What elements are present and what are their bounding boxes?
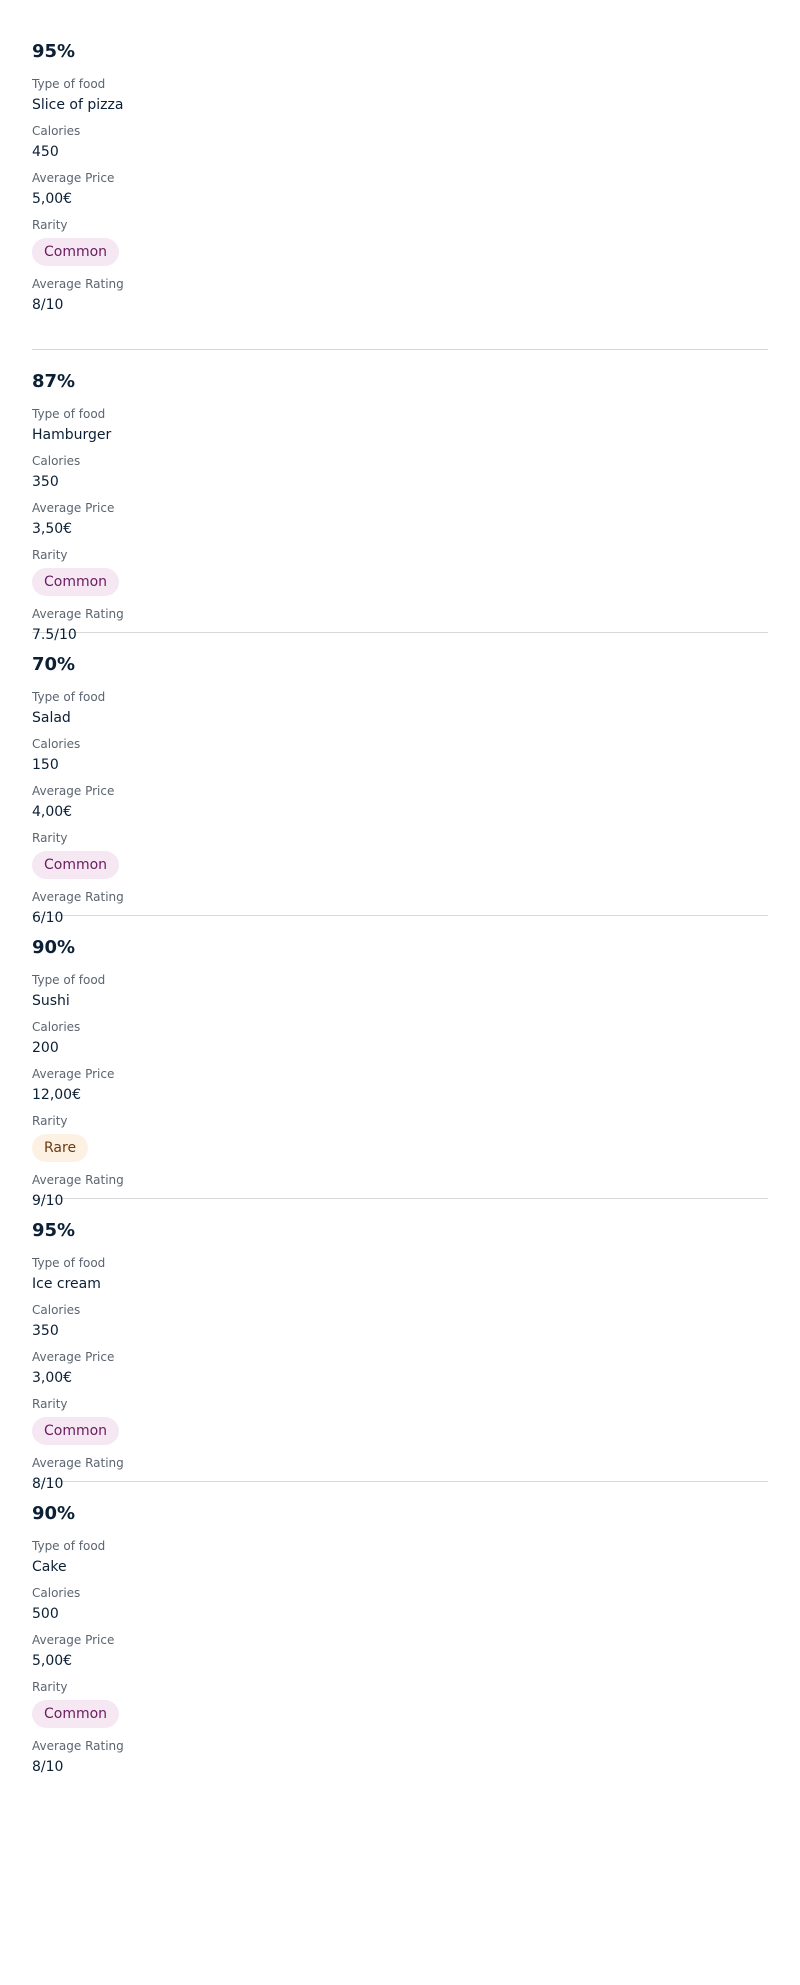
rarity-label: Rarity <box>32 548 68 562</box>
rarity-badge: Common <box>32 1700 120 1728</box>
food-card: 90% Type of food Cake Calories 500 Avera… <box>32 1482 768 1775</box>
food-card: 90% Type of food Sushi Calories 200 Aver… <box>32 916 768 1209</box>
type-label: Type of food <box>32 407 106 421</box>
price-label: Average Price <box>32 501 115 515</box>
rating-label: Average Rating <box>32 607 124 621</box>
food-card: 95% Type of food Slice of pizza Calories… <box>32 40 768 350</box>
rarity-badge: Common <box>32 568 120 596</box>
rarity-badge: Rare <box>32 1134 89 1162</box>
rating-value: 8/10 <box>32 1759 64 1775</box>
price-value: 5,00€ <box>32 1653 73 1669</box>
calories-value: 200 <box>32 1040 59 1056</box>
match-percentage: 90% <box>32 937 76 958</box>
rarity-badge: Common <box>32 851 120 879</box>
rarity-label: Rarity <box>32 1114 68 1128</box>
match-percentage: 87% <box>32 371 76 392</box>
food-card: 70% Type of food Salad Calories 150 Aver… <box>32 633 768 926</box>
calories-label: Calories <box>32 124 81 138</box>
price-label: Average Price <box>32 784 115 798</box>
price-value: 12,00€ <box>32 1087 81 1103</box>
price-value: 3,00€ <box>32 1370 73 1386</box>
price-value: 5,00€ <box>32 191 73 207</box>
rarity-label: Rarity <box>32 218 68 232</box>
rarity-label: Rarity <box>32 1397 68 1411</box>
type-value: Sushi <box>32 993 70 1009</box>
calories-value: 500 <box>32 1606 59 1622</box>
calories-value: 350 <box>32 474 59 490</box>
price-label: Average Price <box>32 1633 115 1647</box>
rarity-label: Rarity <box>32 1680 68 1694</box>
calories-label: Calories <box>32 454 81 468</box>
calories-label: Calories <box>32 1020 81 1034</box>
type-value: Hamburger <box>32 427 112 443</box>
rating-label: Average Rating <box>32 890 124 904</box>
rarity-label: Rarity <box>32 831 68 845</box>
rating-label: Average Rating <box>32 1456 124 1470</box>
match-percentage: 95% <box>32 41 76 62</box>
rating-label: Average Rating <box>32 1739 124 1753</box>
match-percentage: 70% <box>32 654 76 675</box>
calories-label: Calories <box>32 1303 81 1317</box>
calories-value: 150 <box>32 757 59 773</box>
price-label: Average Price <box>32 1350 115 1364</box>
food-card: 87% Type of food Hamburger Calories 350 … <box>32 350 768 643</box>
type-value: Salad <box>32 710 71 726</box>
type-label: Type of food <box>32 77 106 91</box>
type-label: Type of food <box>32 973 106 987</box>
type-value: Cake <box>32 1559 67 1575</box>
rarity-badge: Common <box>32 1417 120 1445</box>
calories-value: 450 <box>32 144 59 160</box>
rating-label: Average Rating <box>32 277 124 291</box>
calories-label: Calories <box>32 737 81 751</box>
type-value: Ice cream <box>32 1276 101 1292</box>
price-label: Average Price <box>32 1067 115 1081</box>
price-label: Average Price <box>32 171 115 185</box>
match-percentage: 90% <box>32 1503 76 1524</box>
match-percentage: 95% <box>32 1220 76 1241</box>
price-value: 4,00€ <box>32 804 73 820</box>
food-list: 95% Type of food Slice of pizza Calories… <box>0 0 800 1775</box>
type-label: Type of food <box>32 690 106 704</box>
calories-label: Calories <box>32 1586 81 1600</box>
rating-value: 8/10 <box>32 297 64 313</box>
price-value: 3,50€ <box>32 521 73 537</box>
type-label: Type of food <box>32 1256 106 1270</box>
rarity-badge: Common <box>32 238 120 266</box>
rating-label: Average Rating <box>32 1173 124 1187</box>
type-label: Type of food <box>32 1539 106 1553</box>
type-value: Slice of pizza <box>32 97 124 113</box>
calories-value: 350 <box>32 1323 59 1339</box>
food-card: 95% Type of food Ice cream Calories 350 … <box>32 1199 768 1492</box>
